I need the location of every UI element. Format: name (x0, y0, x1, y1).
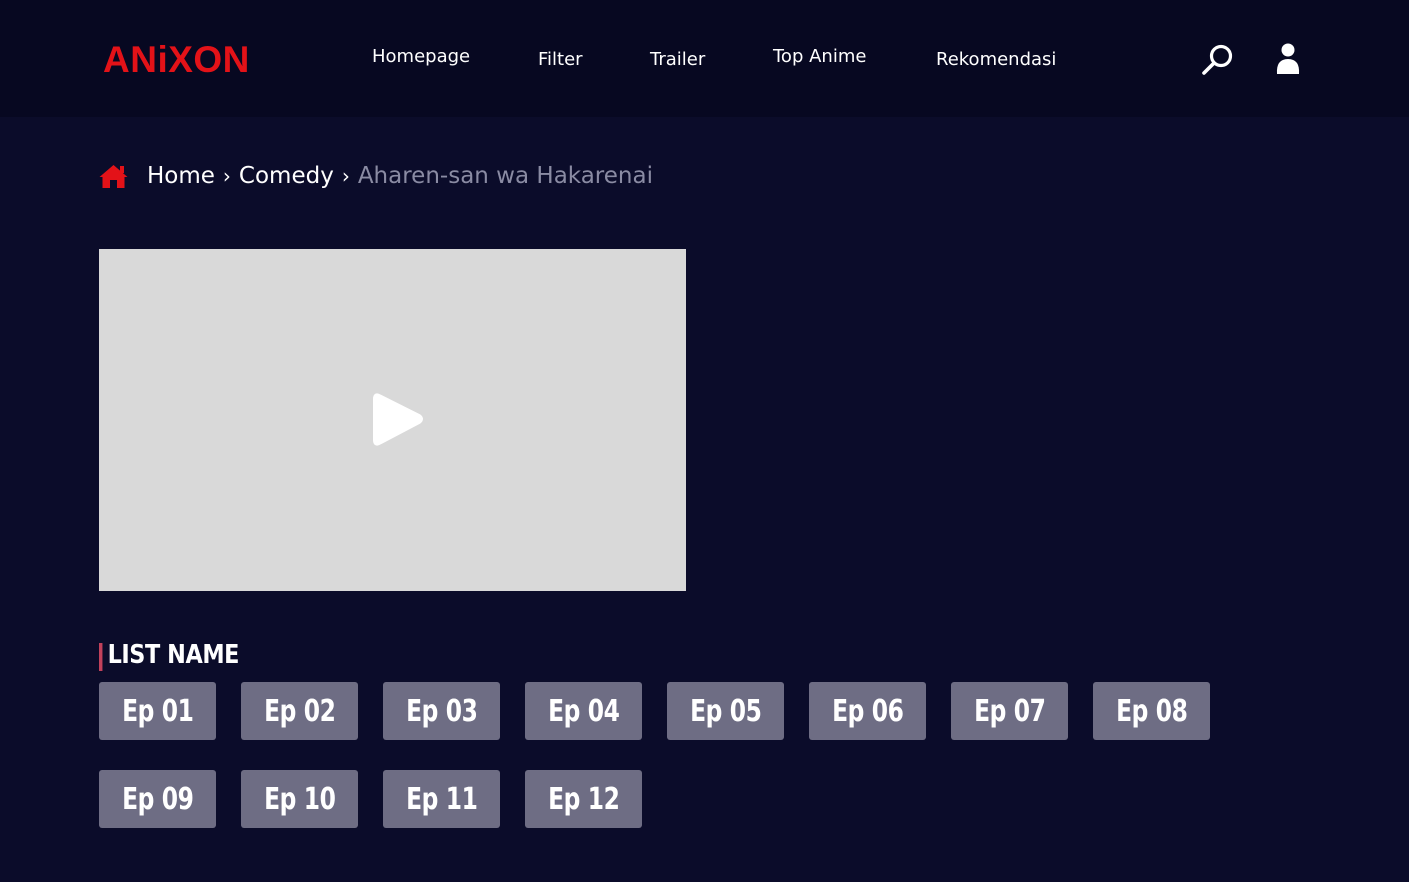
breadcrumb-comedy[interactable]: Comedy (239, 163, 334, 189)
episode-list-label: LIST NAME (107, 640, 240, 670)
episode-label: Ep 11 (405, 781, 478, 817)
episode-label: Ep 12 (547, 781, 620, 817)
breadcrumb-home[interactable]: Home (147, 163, 215, 189)
episode-button-06[interactable]: Ep 06 (809, 682, 926, 740)
nav-trailer[interactable]: Trailer (650, 48, 705, 72)
site-logo[interactable]: ANiXON (103, 38, 250, 82)
episode-button-02[interactable]: Ep 02 (241, 682, 358, 740)
episode-button-01[interactable]: Ep 01 (99, 682, 216, 740)
user-icon-graphic (1276, 43, 1300, 74)
episode-button-10[interactable]: Ep 10 (241, 770, 358, 828)
episode-label: Ep 08 (1115, 693, 1188, 729)
episode-button-12[interactable]: Ep 12 (525, 770, 642, 828)
nav-homepage[interactable]: Homepage (372, 45, 470, 69)
home-icon[interactable] (98, 163, 129, 189)
play-icon[interactable] (371, 390, 425, 452)
episode-label: Ep 09 (121, 781, 194, 817)
episode-button-11[interactable]: Ep 11 (383, 770, 500, 828)
episode-label: Ep 03 (405, 693, 478, 729)
episode-list-title: LIST NAME (99, 638, 239, 672)
nav-rekomendasi[interactable]: Rekomendasi (936, 48, 1056, 72)
episode-button-09[interactable]: Ep 09 (99, 770, 216, 828)
breadcrumb-separator: › (341, 164, 350, 188)
episode-label: Ep 01 (121, 693, 194, 729)
title-accent-bar (99, 643, 103, 671)
episode-button-08[interactable]: Ep 08 (1093, 682, 1210, 740)
search-icon-graphic (1202, 44, 1233, 75)
episode-button-04[interactable]: Ep 04 (525, 682, 642, 740)
episode-button-07[interactable]: Ep 07 (951, 682, 1068, 740)
episode-label: Ep 07 (973, 693, 1046, 729)
episode-button-03[interactable]: Ep 03 (383, 682, 500, 740)
nav-filter[interactable]: Filter (538, 48, 583, 72)
episode-label: Ep 02 (263, 693, 336, 729)
search-icon[interactable] (1200, 42, 1236, 76)
nav-top-anime[interactable]: Top Anime (773, 45, 866, 69)
episode-list: Ep 01 Ep 02 Ep 03 Ep 04 Ep 05 Ep 06 Ep 0… (99, 682, 1219, 828)
breadcrumb: Home › Comedy › Aharen-san wa Hakarenai (98, 158, 653, 194)
breadcrumb-separator: › (222, 164, 231, 188)
episode-label: Ep 10 (263, 781, 336, 817)
breadcrumb-current: Aharen-san wa Hakarenai (357, 163, 653, 189)
episode-button-05[interactable]: Ep 05 (667, 682, 784, 740)
episode-label: Ep 05 (689, 693, 762, 729)
episode-label: Ep 04 (547, 693, 620, 729)
episode-label: Ep 06 (831, 693, 904, 729)
user-icon[interactable] (1274, 42, 1302, 76)
